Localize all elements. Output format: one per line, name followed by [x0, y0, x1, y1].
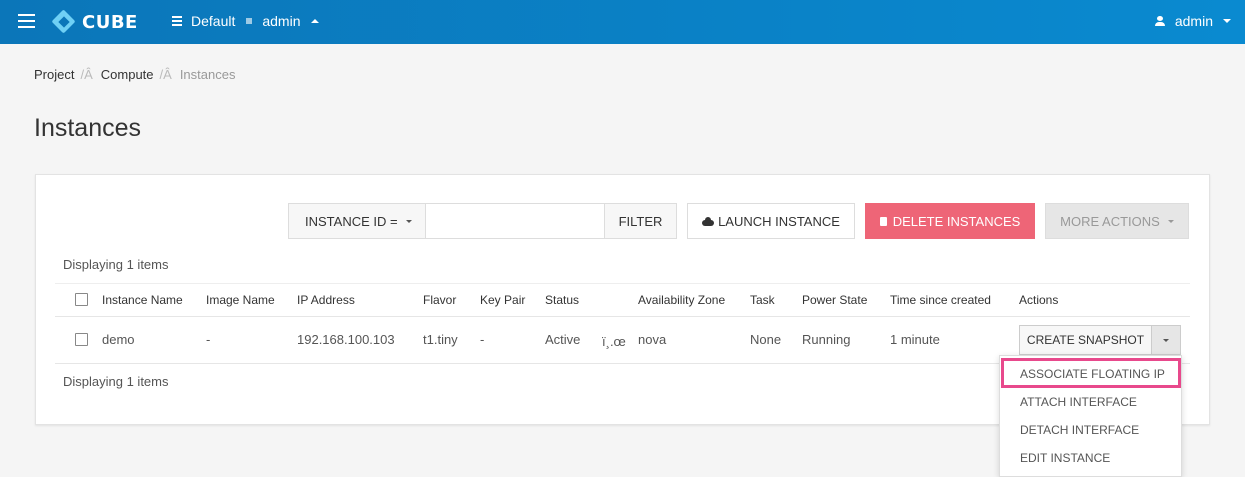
- breadcrumb-project[interactable]: Project: [34, 67, 74, 82]
- caret-down-icon: [1167, 219, 1174, 223]
- delete-instances-button[interactable]: DELETE INSTANCES: [865, 203, 1035, 239]
- highlight-box: [1001, 358, 1181, 388]
- column-header[interactable]: Task: [750, 293, 775, 307]
- brand-name: CUBE: [82, 11, 138, 33]
- task: None: [750, 332, 782, 347]
- delete-instances-label: DELETE INSTANCES: [892, 213, 1021, 229]
- select-all-checkbox[interactable]: [75, 293, 88, 306]
- key-pair: -: [480, 332, 485, 347]
- caret-down-icon: [405, 219, 412, 223]
- filter-field-label: INSTANCE ID =: [305, 213, 398, 229]
- flavor-link[interactable]: t1.tiny: [423, 332, 458, 347]
- caret-up-icon: [310, 19, 319, 23]
- brand-logo[interactable]: CUBE: [51, 9, 138, 34]
- time-since-created: 1 minute: [890, 332, 940, 347]
- more-actions-label: MORE ACTIONS: [1060, 213, 1160, 229]
- power-state: Running: [802, 332, 851, 347]
- row-actions-group: CREATE SNAPSHOT: [1019, 325, 1181, 355]
- user-menu[interactable]: admin: [1154, 13, 1231, 29]
- breadcrumb-compute[interactable]: Compute: [101, 67, 154, 82]
- row-checkbox[interactable]: [75, 333, 88, 346]
- item-count-top: Displaying 1 items: [63, 257, 169, 272]
- instance-name-link[interactable]: demo: [102, 332, 135, 347]
- menu-item-detach-interface[interactable]: DETACH INTERFACE: [1020, 423, 1139, 437]
- project-name: admin: [262, 13, 301, 29]
- column-header[interactable]: Flavor: [423, 293, 456, 307]
- more-actions-button[interactable]: MORE ACTIONS: [1045, 203, 1189, 239]
- column-header[interactable]: Time since created: [890, 293, 991, 307]
- status-glyph: ï¸.œ: [602, 334, 626, 349]
- menu-item-edit-instance[interactable]: EDIT INSTANCE: [1020, 451, 1110, 465]
- create-snapshot-button[interactable]: CREATE SNAPSHOT: [1020, 326, 1152, 354]
- filter-input[interactable]: [426, 204, 604, 238]
- list-icon: [172, 16, 182, 26]
- caret-down-icon: [1163, 338, 1169, 342]
- column-header[interactable]: Availability Zone: [638, 293, 725, 307]
- filter-field-dropdown[interactable]: INSTANCE ID =: [289, 204, 426, 238]
- domain-name: Default: [191, 13, 236, 29]
- menu-item-attach-interface[interactable]: ATTACH INTERFACE: [1020, 395, 1137, 409]
- user-name: admin: [1174, 13, 1213, 29]
- column-header[interactable]: IP Address: [297, 293, 355, 307]
- column-header[interactable]: Image Name: [206, 293, 275, 307]
- filter-button[interactable]: FILTER: [604, 204, 676, 238]
- breadcrumb: Project /Â Compute /Â Instances: [34, 67, 235, 82]
- item-count-bottom: Displaying 1 items: [63, 374, 169, 389]
- top-navbar: CUBE Default admin admin: [0, 0, 1245, 44]
- user-icon: [1154, 16, 1165, 26]
- column-header[interactable]: Key Pair: [480, 293, 525, 307]
- breadcrumb-separator: /Â: [159, 67, 172, 82]
- cloud-upload-icon: [702, 216, 715, 226]
- row-actions-toggle[interactable]: [1152, 326, 1180, 354]
- caret-down-icon: [1223, 19, 1231, 23]
- column-header: Actions: [1019, 293, 1059, 307]
- column-header[interactable]: Power State: [802, 293, 867, 307]
- column-header[interactable]: Instance Name: [102, 293, 183, 307]
- square-icon: [246, 18, 253, 24]
- project-selector[interactable]: Default admin: [172, 13, 319, 29]
- image-name: -: [206, 332, 211, 347]
- menu-icon[interactable]: [18, 14, 35, 28]
- column-header[interactable]: Status: [545, 293, 579, 307]
- launch-instance-label: LAUNCH INSTANCE: [718, 213, 840, 229]
- cube-logo-icon: [51, 9, 76, 34]
- ip-address: 192.168.100.103: [297, 332, 395, 347]
- breadcrumb-separator: /Â: [80, 67, 93, 82]
- breadcrumb-instances: Instances: [179, 67, 236, 82]
- launch-instance-button[interactable]: LAUNCH INSTANCE: [687, 203, 855, 239]
- availability-zone: nova: [638, 332, 667, 347]
- table-header: Instance Name Image Name IP Address Flav…: [55, 283, 1190, 317]
- trash-icon: [879, 216, 887, 226]
- page-title: Instances: [34, 114, 142, 142]
- status: Active: [545, 332, 581, 347]
- filter-group: INSTANCE ID = FILTER: [288, 203, 677, 239]
